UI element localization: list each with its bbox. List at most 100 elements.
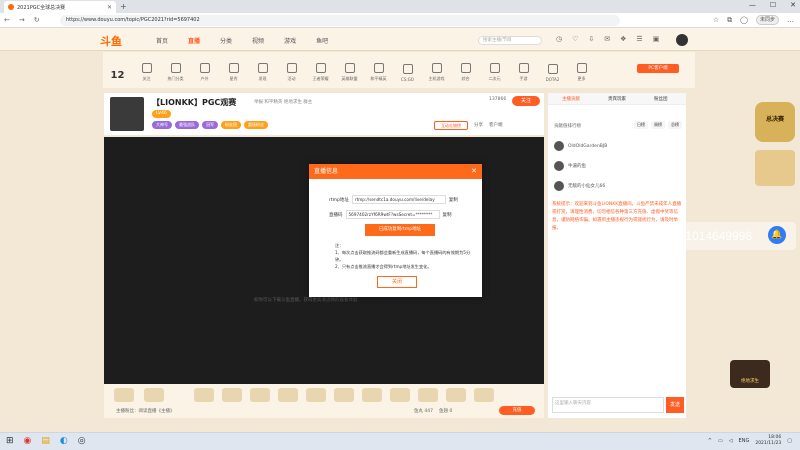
room-tag[interactable]: 冠军: [202, 121, 218, 129]
notification-icon[interactable]: ▢: [787, 438, 792, 444]
category-item[interactable]: 户外: [190, 58, 219, 82]
profile-icon[interactable]: ◯: [740, 16, 748, 24]
more-icon[interactable]: …: [787, 16, 794, 24]
volume-icon[interactable]: ◁: [729, 438, 733, 444]
file-explorer-icon[interactable]: ▤: [41, 436, 50, 446]
refresh-icon[interactable]: ↻: [34, 16, 40, 24]
url-input[interactable]: https://www.douyu.com/topic/PGC2021?rid=…: [60, 15, 620, 26]
gift-item[interactable]: [114, 388, 134, 402]
send-button[interactable]: 发送: [666, 397, 684, 413]
dialog-close-button[interactable]: 关闭: [377, 276, 417, 288]
pc-client-button[interactable]: PC客户端: [637, 64, 679, 73]
category-item[interactable]: 发现: [248, 58, 277, 82]
gift-item[interactable]: [390, 388, 410, 402]
gift-item[interactable]: [222, 388, 242, 402]
clock[interactable]: 18:06 2021/11/23: [755, 435, 781, 447]
gift-item[interactable]: [334, 388, 354, 402]
gift-item[interactable]: [418, 388, 438, 402]
close-tab-icon[interactable]: ✕: [107, 4, 112, 11]
douyu-logo[interactable]: 斗鱼: [100, 33, 122, 49]
recharge-button[interactable]: 充值: [499, 406, 535, 415]
obs-icon[interactable]: ◎: [78, 436, 86, 446]
gift-item[interactable]: [306, 388, 326, 402]
task-icon[interactable]: ☰: [636, 35, 642, 43]
copy-key-button[interactable]: 复制: [443, 212, 452, 218]
promo-banner-character[interactable]: [755, 150, 795, 186]
anchor-avatar[interactable]: [110, 97, 144, 131]
key-field[interactable]: 5697402rzYf6R9wtF?wsSecret=********: [345, 210, 440, 219]
follow-icon[interactable]: ♡: [572, 35, 578, 43]
download-icon[interactable]: ⇩: [588, 35, 594, 43]
dialog-close-icon[interactable]: ✕: [471, 164, 477, 179]
room-tag[interactable]: 粉丝团: [221, 121, 241, 129]
menu-item-category[interactable]: 分类: [220, 36, 232, 45]
history-icon[interactable]: ◷: [556, 35, 562, 43]
tab-contribution[interactable]: 主播贡献: [548, 96, 594, 102]
promo-banner-pubg[interactable]: 绝地求生: [730, 360, 770, 388]
gift-item[interactable]: [144, 388, 164, 402]
room-tag[interactable]: 大神号: [152, 121, 172, 129]
user-avatar[interactable]: [676, 34, 688, 46]
gift-item[interactable]: [194, 388, 214, 402]
close-window-icon[interactable]: ✕: [790, 1, 796, 9]
category-item[interactable]: 王者荣耀: [306, 58, 335, 82]
promo-banner-finals[interactable]: 总决赛: [755, 102, 795, 142]
rtmp-field[interactable]: rtmp://sendtc1a.douyu.com/live/delay: [351, 195, 446, 204]
search-input[interactable]: 搜索主播/节目: [478, 36, 542, 45]
category-item[interactable]: 英雄联盟: [335, 58, 364, 82]
collections-icon[interactable]: ⧉: [727, 16, 732, 25]
category-item[interactable]: 热门分类: [161, 58, 190, 82]
rank-row[interactable]: OldOldGardenBJB: [554, 139, 682, 153]
windows-start-icon[interactable]: ⊞: [6, 436, 14, 446]
tab-fans[interactable]: 粉丝团: [640, 96, 682, 102]
rank-tab-week[interactable]: 周榜: [651, 121, 665, 129]
broadcast-icon[interactable]: ▣: [653, 35, 660, 43]
category-item[interactable]: 主机游戏: [422, 58, 451, 82]
netease-music-icon[interactable]: ◉: [24, 436, 32, 446]
menu-item-home[interactable]: 首页: [156, 36, 168, 45]
gift-rank-button[interactable]: 互动礼物榜: [434, 121, 468, 130]
category-item[interactable]: 活动: [277, 58, 306, 82]
menu-item-video[interactable]: 视频: [252, 36, 264, 45]
category-item[interactable]: 和平精英: [364, 58, 393, 82]
menu-item-live[interactable]: 直播: [188, 36, 200, 45]
category-item[interactable]: 更多: [567, 58, 596, 82]
category-item[interactable]: 综合: [451, 58, 480, 82]
chat-input[interactable]: 这里输入聊天内容: [552, 397, 664, 413]
category-item[interactable]: DOTA2: [538, 59, 567, 82]
gift-icon[interactable]: ❖: [620, 35, 626, 43]
message-icon[interactable]: ✉: [604, 35, 610, 43]
new-tab-icon[interactable]: +: [120, 2, 127, 11]
share-button[interactable]: 分享: [474, 122, 483, 128]
browser-tab[interactable]: 2021PGC全球总决赛 ✕: [4, 1, 116, 13]
room-tag[interactable]: 超级粉丝: [244, 121, 268, 129]
back-icon[interactable]: ←: [4, 16, 10, 24]
network-icon[interactable]: ▭: [718, 438, 723, 444]
rank-tab-day[interactable]: 日榜: [634, 121, 648, 129]
rank-row[interactable]: 无敌的小仙女儿66: [554, 179, 682, 193]
favorites-icon[interactable]: ☆: [713, 16, 719, 24]
edge-browser-icon[interactable]: ◐: [60, 436, 68, 446]
category-item[interactable]: CS:GO: [393, 59, 422, 82]
gift-item[interactable]: [446, 388, 466, 402]
client-button[interactable]: 客户端: [489, 122, 503, 128]
menu-item-game[interactable]: 游戏: [284, 36, 296, 45]
input-language[interactable]: ENG: [739, 438, 750, 444]
category-item[interactable]: 手游: [509, 58, 538, 82]
category-item[interactable]: 关注: [132, 58, 161, 82]
copy-rtmp-button[interactable]: 复制: [449, 197, 458, 203]
not-synced-button[interactable]: 未同步: [755, 15, 779, 25]
follow-button[interactable]: 关注: [512, 96, 540, 106]
gift-item[interactable]: [362, 388, 382, 402]
rank-row[interactable]: 牛逼的鱼: [554, 159, 682, 173]
room-tag[interactable]: 最强战队: [175, 121, 199, 129]
gift-item[interactable]: [474, 388, 494, 402]
forward-icon[interactable]: →: [19, 16, 25, 24]
minimize-icon[interactable]: —: [749, 1, 756, 9]
gift-item[interactable]: [250, 388, 270, 402]
bell-icon[interactable]: 🔔: [768, 226, 786, 244]
maximize-icon[interactable]: ☐: [770, 1, 776, 9]
tab-vip[interactable]: 贵宾玩家: [594, 96, 640, 102]
gift-item[interactable]: [278, 388, 298, 402]
category-item[interactable]: 二次元: [480, 58, 509, 82]
